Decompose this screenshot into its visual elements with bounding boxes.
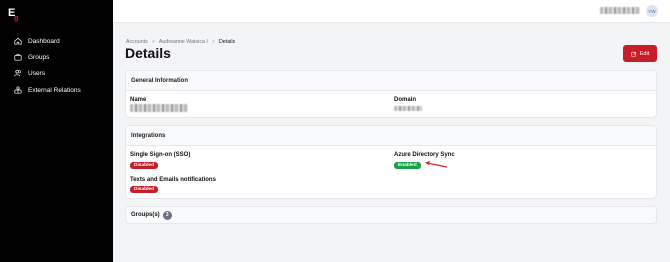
page-title: Details [125, 45, 171, 61]
app-logo[interactable]: Eg [8, 6, 22, 22]
edit-button-label: Edit [639, 50, 650, 57]
briefcase-icon [14, 53, 22, 61]
home-icon [14, 37, 22, 45]
top-bar: YW [113, 0, 670, 23]
groups-label: Groups(s) [131, 212, 160, 218]
sidebar-item-label: Dashboard [28, 37, 60, 45]
domain-label: Domain [394, 97, 417, 103]
sso-status-badge: Disabled [130, 162, 158, 169]
sidebar-item-dashboard[interactable]: Dashboard [14, 35, 60, 47]
texts-emails-status-badge: Disabled [130, 186, 158, 193]
domain-value-redacted [394, 106, 422, 111]
external-relations-icon [14, 86, 22, 94]
avatar[interactable]: YW [646, 5, 658, 17]
sidebar-item-external-relations[interactable]: External Relations [14, 84, 81, 96]
breadcrumb-current: Details [218, 39, 236, 45]
groups-section[interactable]: Groups(s) 3 [125, 206, 657, 224]
azure-sync-label: Azure Directory Sync [394, 152, 455, 158]
general-information-card: General Information Name Domain [125, 70, 657, 118]
annotation-arrow-icon [425, 161, 448, 168]
integrations-title: Integrations [126, 126, 656, 146]
sidebar-item-label: Users [28, 69, 45, 77]
name-value-redacted [130, 104, 188, 112]
general-information-title: General Information [126, 71, 656, 91]
sidebar: Eg Dashboard Groups Users External Relat… [0, 0, 113, 262]
edit-icon [631, 51, 637, 57]
groups-count-badge: 3 [162, 210, 172, 220]
sidebar-item-groups[interactable]: Groups [14, 51, 49, 63]
texts-emails-label: Texts and Emails notifications [130, 177, 216, 183]
name-label: Name [130, 97, 147, 103]
sidebar-item-users[interactable]: Users [14, 67, 45, 79]
edit-button[interactable]: Edit [623, 45, 657, 62]
sidebar-item-label: External Relations [28, 86, 81, 94]
sidebar-item-label: Groups [28, 53, 50, 61]
azure-sync-status-badge: Enabled [394, 162, 421, 169]
user-name-redacted [600, 7, 640, 14]
users-icon [14, 69, 22, 77]
integrations-card: Integrations Single Sign-on (SSO) Disabl… [125, 125, 657, 199]
breadcrumb-separator-icon: > [211, 39, 215, 45]
sso-label: Single Sign-on (SSO) [130, 152, 191, 158]
